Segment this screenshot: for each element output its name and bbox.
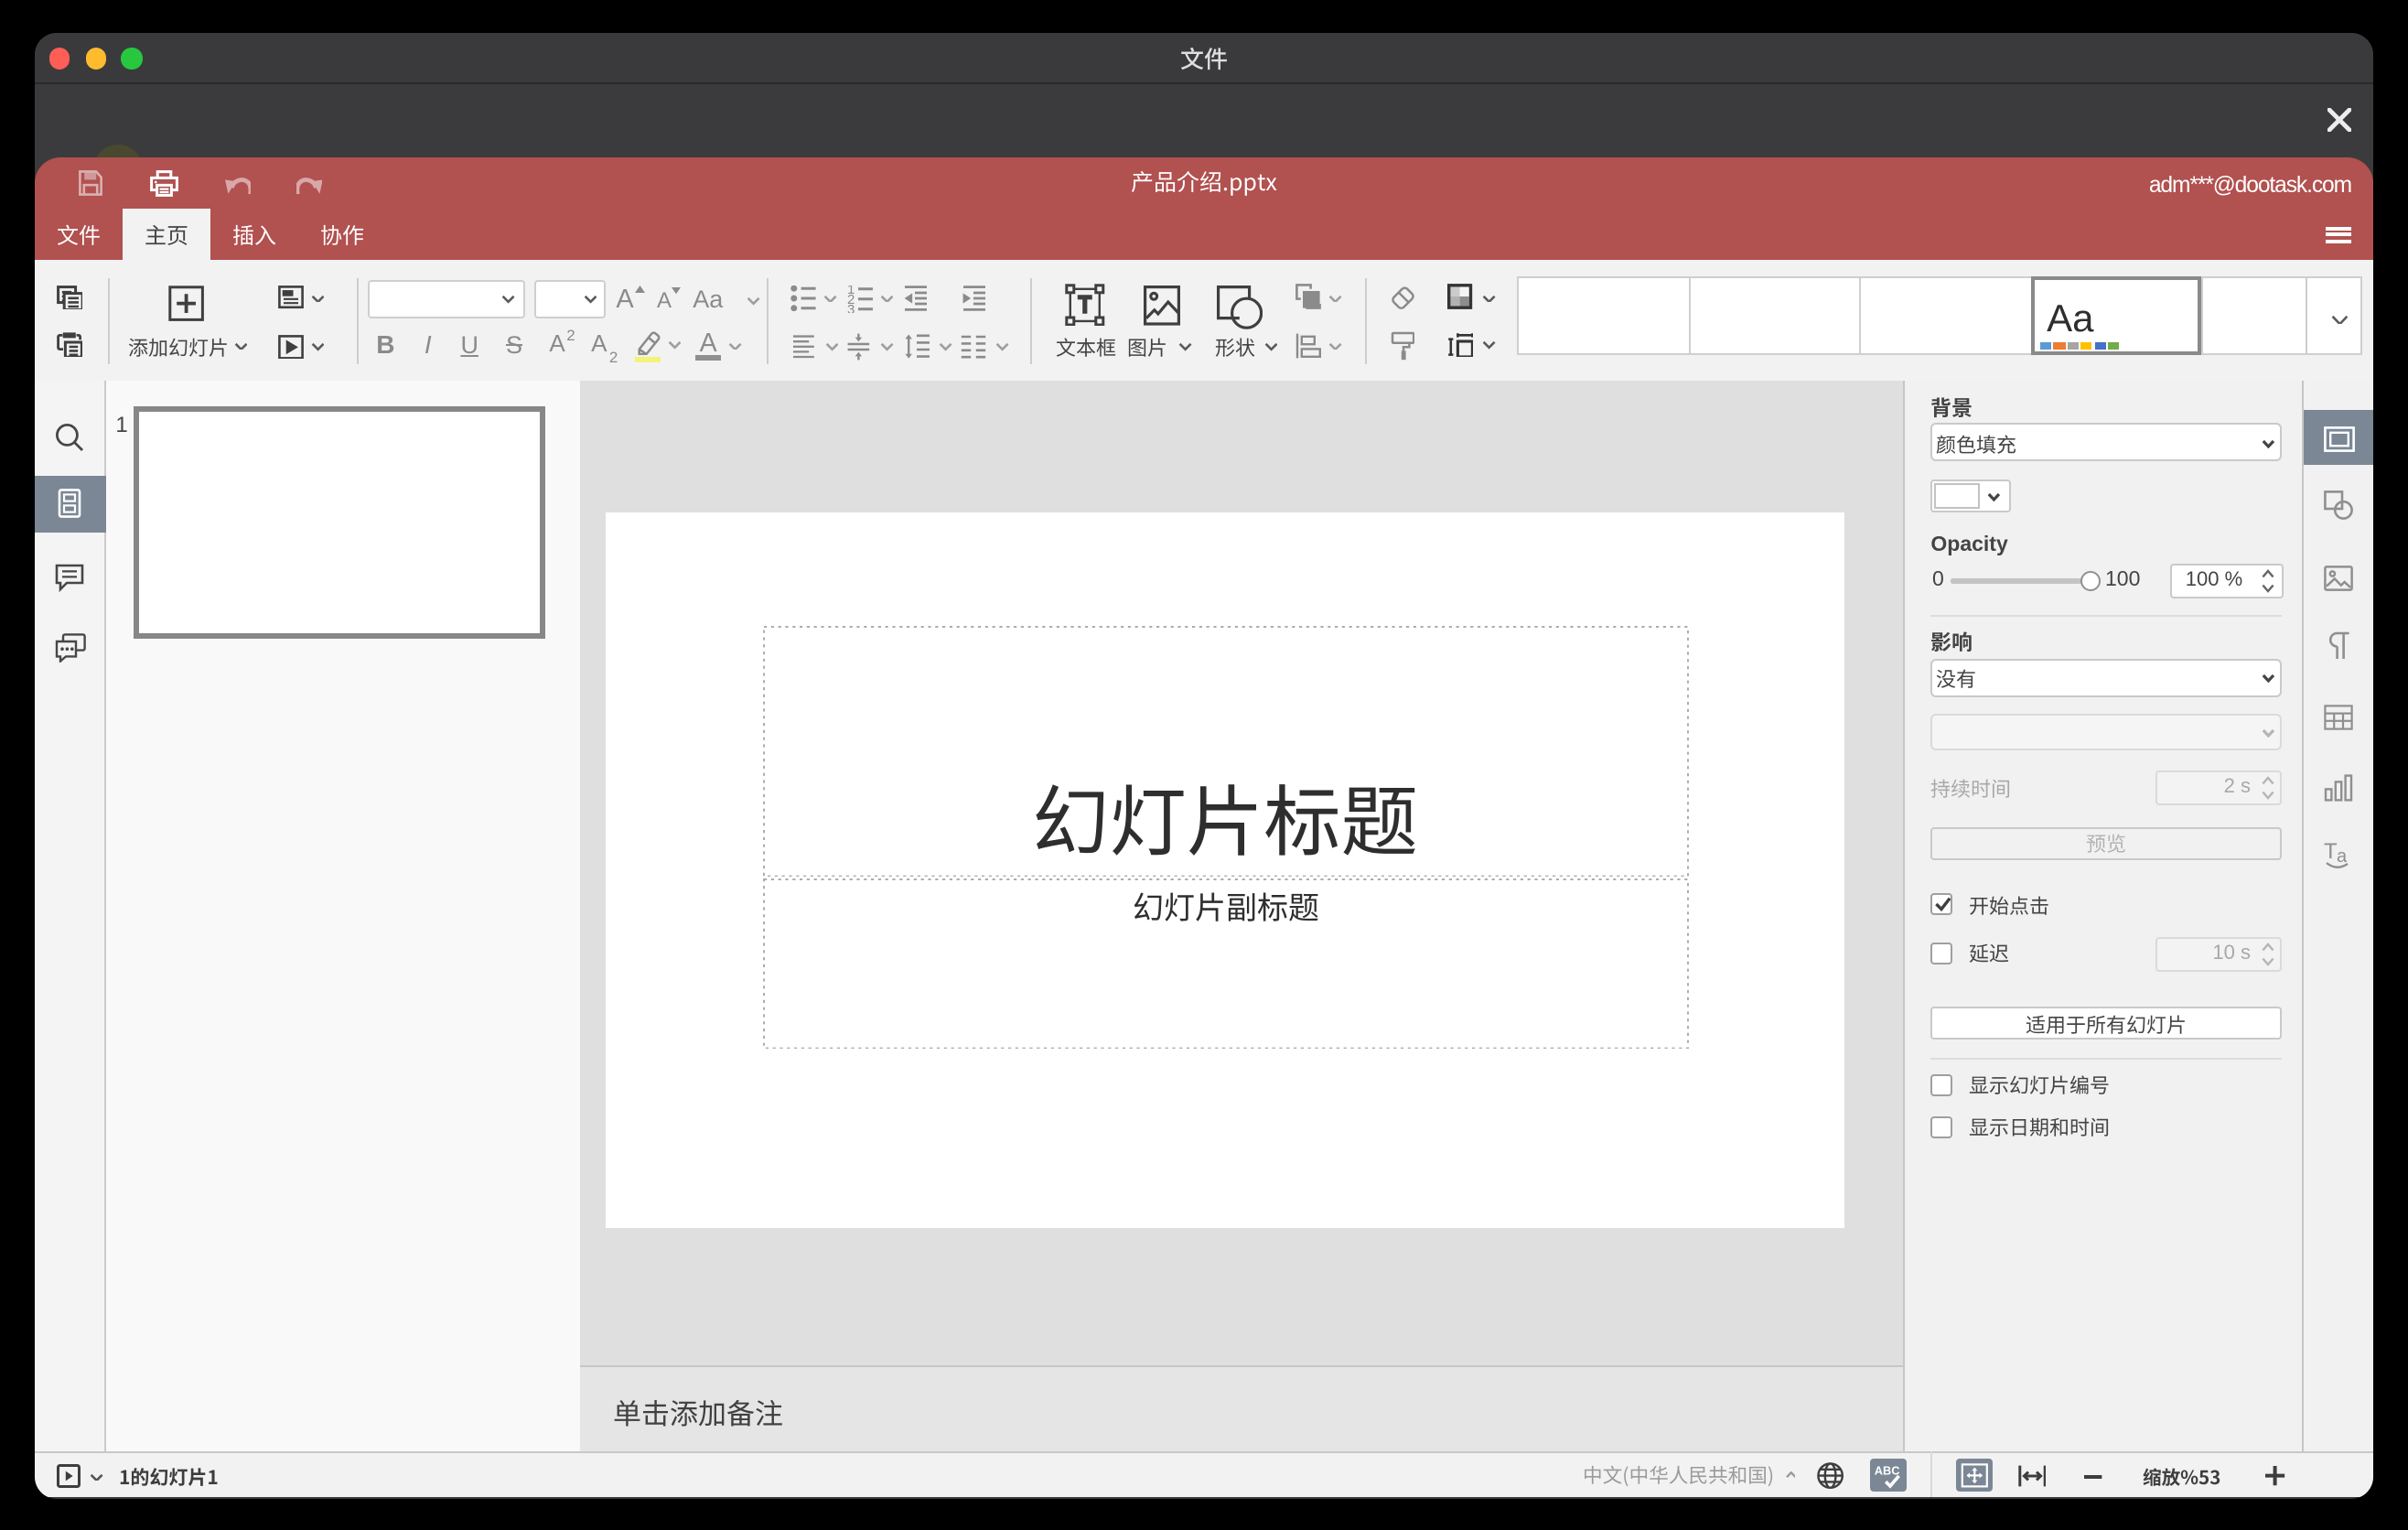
svg-text:T: T: [2323, 838, 2337, 863]
svg-text:ABC: ABC: [1875, 1463, 1900, 1477]
svg-text:3: 3: [847, 301, 855, 312]
svg-text:a: a: [2336, 846, 2347, 866]
